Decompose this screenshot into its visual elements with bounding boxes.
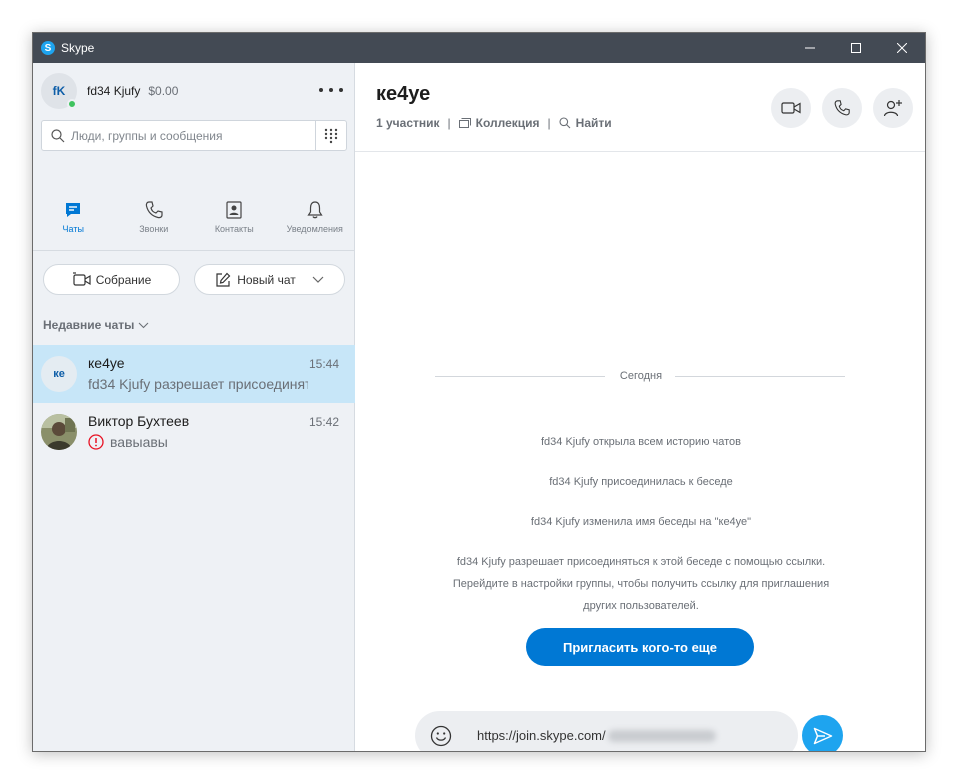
my-avatar[interactable]: fK xyxy=(41,73,77,109)
recent-chats-label: Недавние чаты xyxy=(43,318,135,332)
profile-name[interactable]: fd34 Kjufy xyxy=(87,84,140,98)
skype-window: S Skype fK fd34 Kjufy $0.00 Люди, группы… xyxy=(32,32,926,752)
participants-link[interactable]: 1 участник xyxy=(376,116,440,130)
find-link[interactable]: Найти xyxy=(576,116,612,130)
close-button[interactable] xyxy=(879,33,925,63)
action-buttons: Собрание Новый чат xyxy=(43,264,345,295)
tab-contacts[interactable]: Контакты xyxy=(194,200,275,250)
meet-now-button[interactable]: Собрание xyxy=(43,264,180,295)
tab-chats-label: Чаты xyxy=(62,224,84,234)
new-chat-label: Новый чат xyxy=(237,272,296,287)
conversation-meta: 1 участник | Коллекция | Найти xyxy=(376,116,612,130)
video-meeting-icon xyxy=(72,271,91,286)
video-call-button[interactable] xyxy=(771,88,811,128)
message-text: https://join.skype.com/ xyxy=(477,728,606,743)
sidebar: fK fd34 Kjufy $0.00 Люди, группы и сообщ… xyxy=(33,63,355,751)
chat-time: 15:44 xyxy=(308,357,339,371)
separator: | xyxy=(547,116,551,130)
date-divider-label: Сегодня xyxy=(619,370,663,382)
contact-photo-avatar xyxy=(41,414,77,450)
minimize-button[interactable] xyxy=(787,33,833,63)
search-input[interactable] xyxy=(71,128,311,143)
chevron-down-icon[interactable] xyxy=(312,276,324,284)
chat-name: ке4уе xyxy=(88,355,125,371)
meet-now-label: Собрание xyxy=(95,272,152,287)
message-composer[interactable]: https://join.skype.com/ xyxy=(415,711,798,751)
close-icon xyxy=(897,43,907,53)
search-box[interactable] xyxy=(41,120,347,151)
chat-name: Виктор Бухтеев xyxy=(88,413,190,429)
chat-list-item[interactable]: Виктор Бухтеев 15:42 вавыавы xyxy=(33,403,355,461)
tab-calls-label: Звонки xyxy=(139,224,169,234)
title-bar: S Skype xyxy=(33,33,925,63)
new-chat-button[interactable]: Новый чат xyxy=(194,264,345,295)
skype-credit[interactable]: $0.00 xyxy=(148,84,178,98)
window-controls xyxy=(787,33,925,63)
link-notice: fd34 Kjufy разрешает присоединяться к эт… xyxy=(355,551,925,617)
presence-online-icon xyxy=(67,99,77,109)
link-notice-line: других пользователей. xyxy=(583,600,699,612)
search-icon xyxy=(51,128,65,142)
system-message: fd34 Kjufy изменила имя беседы на "ке4уе… xyxy=(530,516,752,528)
maximize-button[interactable] xyxy=(833,33,879,63)
link-notice-line: fd34 Kjufy разрешает присоединяться к эт… xyxy=(456,556,826,568)
invite-more-button[interactable]: Пригласить кого-то еще xyxy=(526,628,754,666)
tab-notifications[interactable]: Уведомления xyxy=(275,200,356,250)
user-photo-icon xyxy=(41,414,77,450)
tab-chats[interactable]: Чаты xyxy=(33,200,114,250)
chat-avatar-initials: ке xyxy=(53,368,65,380)
phone-icon xyxy=(834,100,850,116)
audio-call-button[interactable] xyxy=(822,88,862,128)
add-people-button[interactable] xyxy=(873,88,913,128)
collection-link[interactable]: Коллекция xyxy=(476,116,540,130)
chevron-down-icon xyxy=(139,322,149,328)
phone-icon xyxy=(145,201,163,219)
chat-icon xyxy=(66,203,81,217)
tab-contacts-label: Контакты xyxy=(214,224,254,234)
gallery-icon xyxy=(458,117,471,128)
link-notice-line: Перейдите в настройки группы, чтобы полу… xyxy=(452,578,830,590)
dialpad-button[interactable] xyxy=(315,121,346,150)
separator: | xyxy=(447,116,451,130)
send-button[interactable] xyxy=(802,715,843,751)
chat-preview: вавыавы xyxy=(88,434,308,450)
profile-bar: fK fd34 Kjufy $0.00 xyxy=(41,73,347,109)
skype-logo-icon: S xyxy=(41,41,55,55)
emoji-button[interactable] xyxy=(427,722,455,750)
chat-preview-text: вавыавы xyxy=(110,434,168,450)
chat-list-item[interactable]: ке ке4уе 15:44 fd34 Kjufy разрешает прис… xyxy=(33,345,355,403)
conversation-title[interactable]: ке4уе xyxy=(376,83,430,106)
emoji-icon xyxy=(430,725,452,746)
system-message: fd34 Kjufy открыла всем историю чатов xyxy=(540,436,741,448)
main-navigation: Чаты Звонки Контакты Уведомления xyxy=(33,200,355,250)
search-icon xyxy=(559,117,571,129)
minimize-icon xyxy=(805,47,815,49)
compose-icon xyxy=(216,272,231,287)
conversation-header: ке4уе 1 участник | Коллекция | Найти xyxy=(355,63,925,152)
contacts-icon xyxy=(226,201,242,219)
nav-divider xyxy=(33,250,355,251)
chat-avatar: ке xyxy=(41,356,77,392)
system-message: fd34 Kjufy присоединилась к беседе xyxy=(549,476,733,488)
tab-calls[interactable]: Звонки xyxy=(114,200,195,250)
tab-notifications-label: Уведомления xyxy=(286,224,343,234)
more-options-icon[interactable] xyxy=(319,85,343,95)
chat-time: 15:42 xyxy=(308,415,339,429)
bell-icon xyxy=(307,201,323,219)
window-title: Skype xyxy=(61,41,95,55)
dialpad-icon xyxy=(324,128,338,143)
error-icon xyxy=(88,434,104,450)
message-input[interactable]: https://join.skype.com/ xyxy=(477,728,716,743)
maximize-icon xyxy=(851,43,861,53)
send-icon xyxy=(813,727,832,744)
add-person-icon xyxy=(883,100,902,117)
redacted-link-part xyxy=(607,729,716,742)
recent-chats-header[interactable]: Недавние чаты xyxy=(43,318,149,332)
video-camera-icon xyxy=(781,102,801,114)
chat-preview: fd34 Kjufy разрешает присоединяться к эт… xyxy=(88,376,308,392)
conversation-pane: ке4уе 1 участник | Коллекция | Найти Сег… xyxy=(355,63,925,751)
my-initials: fK xyxy=(52,84,66,98)
call-buttons xyxy=(760,88,913,128)
